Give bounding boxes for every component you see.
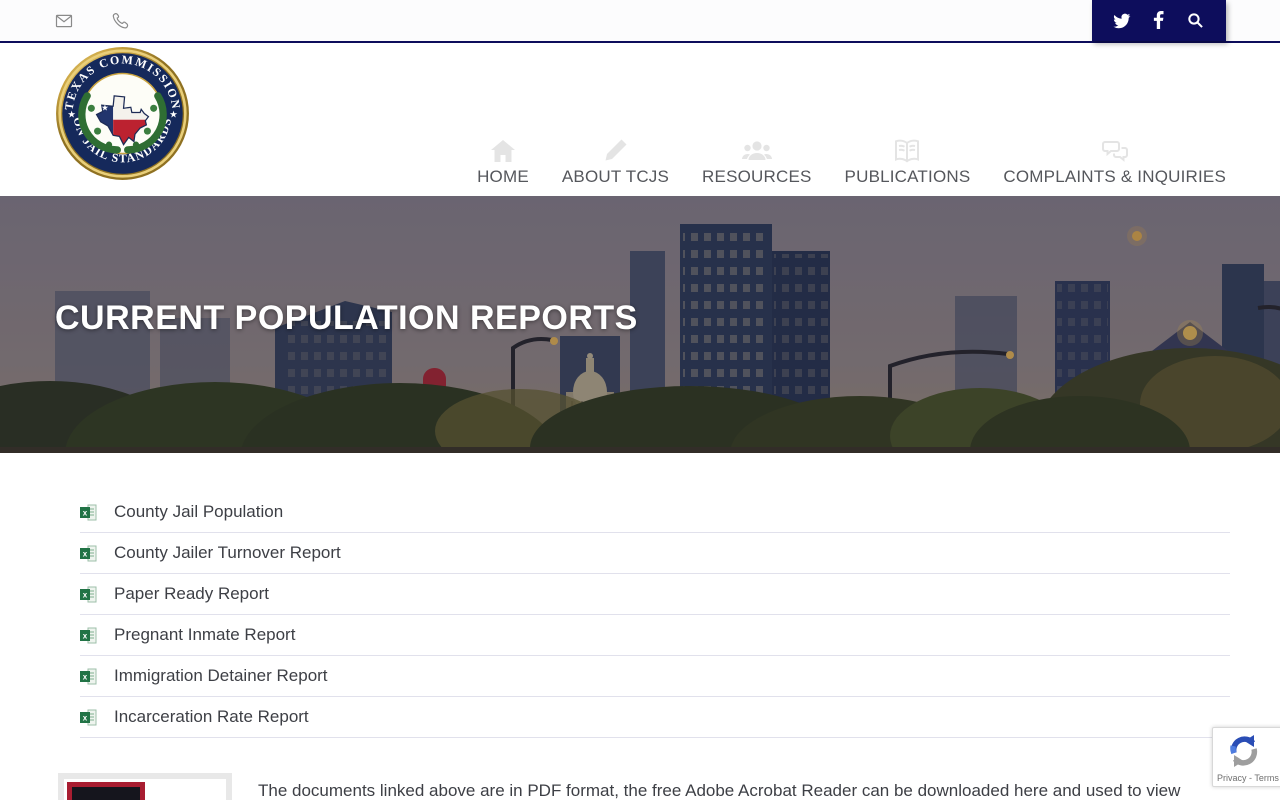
report-label: Paper Ready Report [114, 584, 269, 603]
email-icon[interactable] [55, 12, 73, 30]
report-label: County Jail Population [114, 502, 284, 521]
svg-text:x: x [83, 672, 88, 681]
page-title: CURRENT POPULATION REPORTS [55, 299, 638, 337]
phone-icon[interactable] [111, 12, 129, 30]
svg-text:x: x [83, 713, 88, 722]
nav-label: HOME [477, 167, 529, 186]
main-navigation: HOME ABOUT TCJS RESOURCES PUBLICATIONS C… [477, 137, 1226, 187]
svg-text:x: x [83, 631, 88, 640]
report-link-immigration-detainer[interactable]: x Immigration Detainer Report [80, 656, 1230, 697]
pdf-note-section: The documents linked above are in PDF fo… [58, 773, 1280, 800]
svg-text:x: x [83, 549, 88, 558]
adobe-reader-image [58, 773, 232, 800]
seal-star-left: ★ [67, 110, 75, 120]
facebook-icon[interactable] [1144, 8, 1174, 34]
texas-flag-star: ★ [101, 102, 108, 112]
excel-file-icon: x [80, 504, 97, 520]
nav-label: COMPLAINTS & INQUIRIES [1003, 167, 1226, 186]
nav-label: ABOUT TCJS [561, 167, 670, 186]
nav-item-complaints-inquiries[interactable]: COMPLAINTS & INQUIRIES [1003, 137, 1226, 187]
excel-file-icon: x [80, 709, 97, 725]
excel-file-icon: x [80, 627, 97, 643]
nav-item-resources[interactable]: RESOURCES [702, 137, 812, 187]
report-label: Immigration Detainer Report [114, 666, 328, 685]
report-link-county-jailer-turnover[interactable]: x County Jailer Turnover Report [80, 533, 1230, 574]
pencil-icon [600, 137, 630, 165]
book-icon [892, 137, 922, 165]
report-link-paper-ready[interactable]: x Paper Ready Report [80, 574, 1230, 615]
excel-file-icon: x [80, 668, 97, 684]
hero-banner: CURRENT POPULATION REPORTS [0, 196, 1280, 453]
recaptcha-privacy-terms[interactable]: Privacy - Terms [1217, 773, 1279, 783]
adobe-logo [67, 782, 145, 800]
report-link-incarceration-rate[interactable]: x Incarceration Rate Report [80, 697, 1230, 738]
seal-star-right: ★ [169, 110, 177, 120]
recaptcha-icon [1230, 735, 1258, 767]
excel-file-icon: x [80, 586, 97, 602]
nav-label: PUBLICATIONS [844, 167, 971, 186]
report-label: Incarceration Rate Report [114, 707, 309, 726]
svg-text:x: x [83, 508, 88, 517]
pdf-note-text: The documents linked above are in PDF fo… [258, 781, 1181, 800]
people-icon [741, 137, 773, 165]
report-list: x County Jail Population x County Jailer… [80, 492, 1230, 738]
nav-item-about-tcjs[interactable]: ABOUT TCJS [562, 137, 669, 187]
twitter-icon[interactable] [1107, 8, 1137, 34]
home-icon [488, 137, 518, 165]
chat-bubbles-icon [1100, 137, 1130, 165]
nav-item-home[interactable]: HOME [477, 137, 529, 187]
nav-item-publications[interactable]: PUBLICATIONS [845, 137, 971, 187]
report-link-pregnant-inmate[interactable]: x Pregnant Inmate Report [80, 615, 1230, 656]
report-label: Pregnant Inmate Report [114, 625, 296, 644]
search-icon[interactable] [1181, 8, 1211, 34]
contact-icons [55, 12, 129, 30]
tcjs-seal-logo[interactable]: TEXAS COMMISSION ON JAIL STANDARDS ★ ★ ★ [55, 46, 190, 181]
nav-label: RESOURCES [702, 167, 812, 186]
svg-text:x: x [83, 590, 88, 599]
site-header: TEXAS COMMISSION ON JAIL STANDARDS ★ ★ ★ [0, 43, 1280, 196]
report-label: County Jailer Turnover Report [114, 543, 341, 562]
social-links-box [1092, 0, 1226, 41]
report-link-county-jail-population[interactable]: x County Jail Population [80, 492, 1230, 533]
excel-file-icon: x [80, 545, 97, 561]
top-utility-bar [0, 0, 1280, 43]
recaptcha-badge[interactable]: Privacy - Terms [1212, 727, 1280, 787]
